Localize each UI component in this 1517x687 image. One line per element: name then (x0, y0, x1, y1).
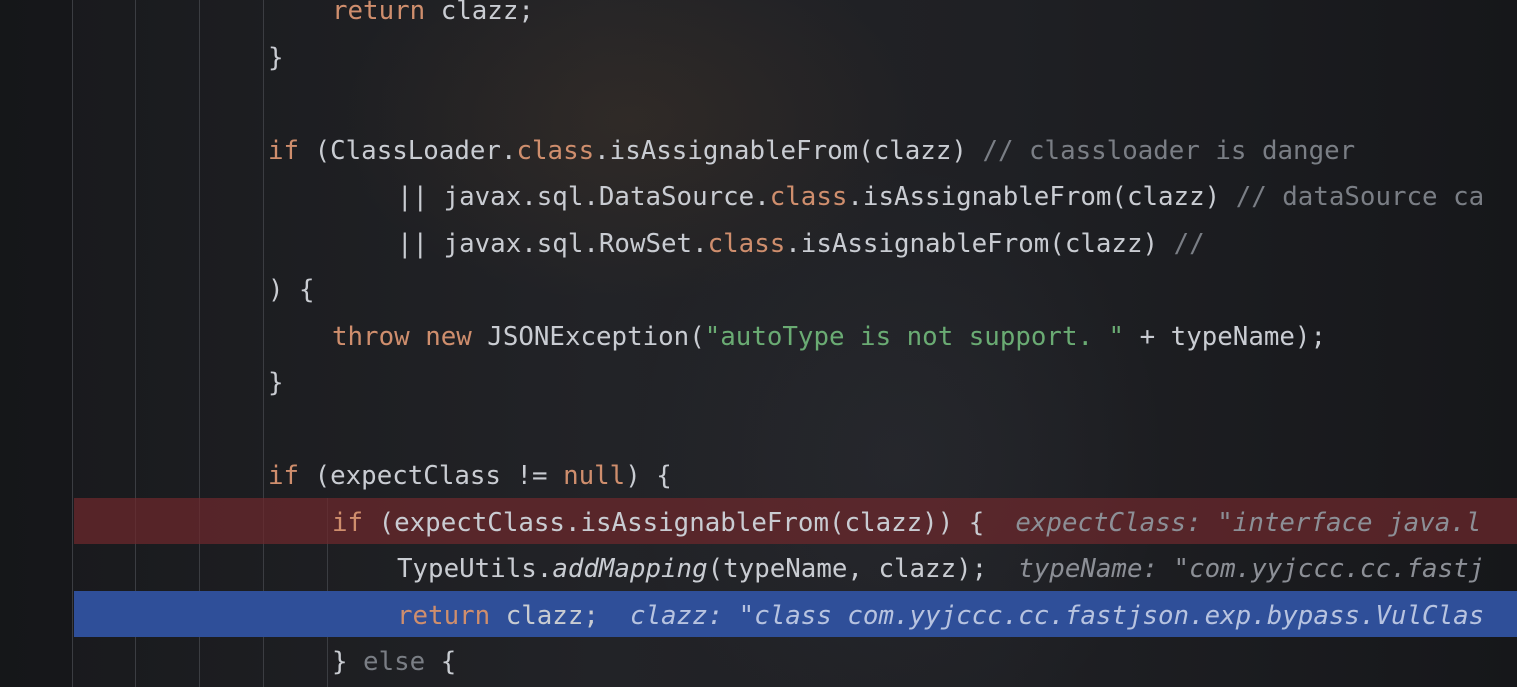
code-token: .isAssignableFrom(clazz) (785, 228, 1174, 259)
keyword-token: class (707, 228, 786, 259)
code-token: (typeName, clazz); (707, 554, 988, 584)
code-line[interactable]: } (268, 360, 284, 406)
debugger-inline-value: expectClass: "interface java.l (984, 507, 1482, 538)
code-line[interactable]: throw new JSONException("autoType is not… (332, 314, 1326, 360)
code-token: (expectClass.isAssignableFrom(clazz)) { (363, 507, 985, 538)
keyword-token: return (397, 600, 491, 631)
string-literal: "autoType is not support. " (704, 321, 1125, 352)
keyword-token: null (563, 461, 626, 491)
code-line[interactable]: || javax.sql.RowSet.class.isAssignableFr… (397, 221, 1205, 267)
code-token: ) { (268, 275, 315, 305)
keyword-token: if (268, 461, 300, 491)
code-line[interactable]: return clazz; (332, 0, 534, 34)
keyword-token: class (769, 182, 848, 212)
keyword-token: if (268, 135, 300, 166)
code-comment: // classloader is danger (982, 135, 1356, 166)
keyword-token: if (332, 507, 364, 538)
code-line[interactable]: if (expectClass.isAssignableFrom(clazz))… (332, 500, 1481, 546)
code-line[interactable]: return clazz; clazz: "class com.yyjccc.c… (397, 593, 1484, 639)
keyword-token: new (425, 321, 472, 352)
code-comment: // (1173, 228, 1205, 259)
code-token: || javax.sql.RowSet. (397, 228, 708, 259)
code-token: clazz; (490, 600, 599, 631)
code-line[interactable]: } (268, 35, 284, 81)
code-token: .isAssignableFrom(clazz) (847, 182, 1236, 212)
code-token: clazz; (425, 0, 534, 26)
code-token: TypeUtils. (397, 554, 553, 584)
code-token: (ClassLoader. (299, 135, 517, 166)
code-token: .isAssignableFrom(clazz) (594, 135, 983, 166)
code-line[interactable]: TypeUtils.addMapping(typeName, clazz); t… (397, 546, 1484, 592)
code-token: + typeName); (1124, 321, 1326, 352)
code-comment: else (347, 647, 441, 677)
debugger-inline-value: typeName: "com.yyjccc.cc.fastj (987, 554, 1485, 584)
code-line[interactable]: ) { (268, 267, 315, 313)
code-token: JSONException( (471, 321, 705, 352)
code-token: { (440, 647, 457, 677)
code-line[interactable]: || javax.sql.DataSource.class.isAssignab… (397, 174, 1484, 220)
code-comment: // dataSource ca (1235, 182, 1485, 212)
code-token: || javax.sql.DataSource. (397, 182, 770, 212)
code-token: ) { (625, 461, 672, 491)
code-token: } (332, 647, 348, 677)
static-method-name: addMapping (552, 554, 708, 584)
code-token: } (268, 42, 284, 73)
code-token: } (268, 368, 284, 398)
debugger-inline-value: clazz: "class com.yyjccc.cc.fastjson.exp… (598, 600, 1485, 631)
code-editor[interactable]: return clazz;} if (ClassLoader.class.isAs… (0, 0, 1517, 687)
code-line[interactable]: if (expectClass != null) { (268, 453, 672, 499)
code-token: (expectClass != (299, 461, 564, 491)
keyword-token: return (332, 0, 426, 26)
keyword-token: throw (332, 321, 410, 352)
code-line[interactable]: } else { (332, 639, 456, 685)
code-line[interactable]: if (ClassLoader.class.isAssignableFrom(c… (268, 128, 1355, 174)
keyword-token: class (516, 135, 595, 166)
